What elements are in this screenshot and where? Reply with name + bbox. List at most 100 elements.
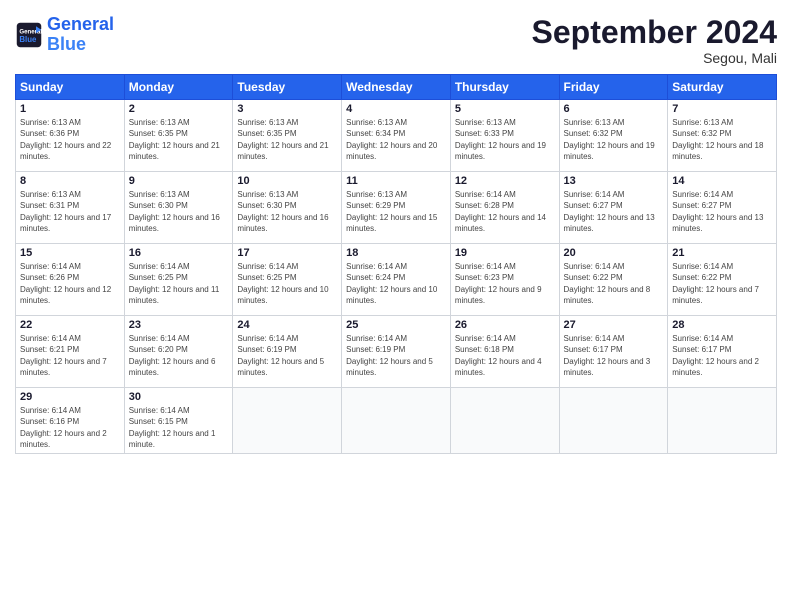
calendar-body: 1 Sunrise: 6:13 AM Sunset: 6:36 PM Dayli…: [16, 100, 777, 454]
day-number: 17: [237, 247, 337, 259]
day-number: 10: [237, 175, 337, 187]
calendar-cell: 23 Sunrise: 6:14 AM Sunset: 6:20 PM Dayl…: [124, 316, 233, 388]
day-info: Sunrise: 6:14 AM Sunset: 6:23 PM Dayligh…: [455, 261, 555, 306]
calendar-week-2: 8 Sunrise: 6:13 AM Sunset: 6:31 PM Dayli…: [16, 172, 777, 244]
calendar-cell: 1 Sunrise: 6:13 AM Sunset: 6:36 PM Dayli…: [16, 100, 125, 172]
day-info: Sunrise: 6:14 AM Sunset: 6:27 PM Dayligh…: [672, 189, 772, 234]
calendar-cell: 10 Sunrise: 6:13 AM Sunset: 6:30 PM Dayl…: [233, 172, 342, 244]
calendar-cell: 8 Sunrise: 6:13 AM Sunset: 6:31 PM Dayli…: [16, 172, 125, 244]
day-number: 13: [564, 175, 664, 187]
col-monday: Monday: [124, 75, 233, 100]
day-number: 5: [455, 103, 555, 115]
calendar-cell: 17 Sunrise: 6:14 AM Sunset: 6:25 PM Dayl…: [233, 244, 342, 316]
day-info: Sunrise: 6:14 AM Sunset: 6:22 PM Dayligh…: [564, 261, 664, 306]
day-number: 19: [455, 247, 555, 259]
day-info: Sunrise: 6:14 AM Sunset: 6:15 PM Dayligh…: [129, 405, 229, 450]
calendar-cell: 9 Sunrise: 6:13 AM Sunset: 6:30 PM Dayli…: [124, 172, 233, 244]
calendar-week-1: 1 Sunrise: 6:13 AM Sunset: 6:36 PM Dayli…: [16, 100, 777, 172]
calendar-week-5: 29 Sunrise: 6:14 AM Sunset: 6:16 PM Dayl…: [16, 388, 777, 454]
calendar-cell: 15 Sunrise: 6:14 AM Sunset: 6:26 PM Dayl…: [16, 244, 125, 316]
day-number: 28: [672, 319, 772, 331]
day-info: Sunrise: 6:14 AM Sunset: 6:25 PM Dayligh…: [129, 261, 229, 306]
calendar-cell: 20 Sunrise: 6:14 AM Sunset: 6:22 PM Dayl…: [559, 244, 668, 316]
calendar-cell: 14 Sunrise: 6:14 AM Sunset: 6:27 PM Dayl…: [668, 172, 777, 244]
calendar-cell: [559, 388, 668, 454]
day-info: Sunrise: 6:14 AM Sunset: 6:16 PM Dayligh…: [20, 405, 120, 450]
calendar-cell: 13 Sunrise: 6:14 AM Sunset: 6:27 PM Dayl…: [559, 172, 668, 244]
header: General Blue GeneralBlue September 2024 …: [15, 15, 777, 66]
day-number: 29: [20, 391, 120, 403]
logo: General Blue GeneralBlue: [15, 15, 114, 55]
calendar-cell: 7 Sunrise: 6:13 AM Sunset: 6:32 PM Dayli…: [668, 100, 777, 172]
day-info: Sunrise: 6:14 AM Sunset: 6:24 PM Dayligh…: [346, 261, 446, 306]
calendar-cell: 3 Sunrise: 6:13 AM Sunset: 6:35 PM Dayli…: [233, 100, 342, 172]
day-number: 9: [129, 175, 229, 187]
calendar-cell: 4 Sunrise: 6:13 AM Sunset: 6:34 PM Dayli…: [342, 100, 451, 172]
calendar-cell: [233, 388, 342, 454]
day-info: Sunrise: 6:14 AM Sunset: 6:18 PM Dayligh…: [455, 333, 555, 378]
month-title: September 2024: [532, 15, 777, 50]
day-info: Sunrise: 6:13 AM Sunset: 6:33 PM Dayligh…: [455, 117, 555, 162]
svg-text:Blue: Blue: [19, 35, 37, 44]
day-info: Sunrise: 6:13 AM Sunset: 6:30 PM Dayligh…: [129, 189, 229, 234]
header-row: Sunday Monday Tuesday Wednesday Thursday…: [16, 75, 777, 100]
day-number: 16: [129, 247, 229, 259]
title-area: September 2024 Segou, Mali: [532, 15, 777, 66]
day-info: Sunrise: 6:14 AM Sunset: 6:17 PM Dayligh…: [672, 333, 772, 378]
calendar-cell: 29 Sunrise: 6:14 AM Sunset: 6:16 PM Dayl…: [16, 388, 125, 454]
calendar-cell: 25 Sunrise: 6:14 AM Sunset: 6:19 PM Dayl…: [342, 316, 451, 388]
calendar-header: Sunday Monday Tuesday Wednesday Thursday…: [16, 75, 777, 100]
calendar-cell: 11 Sunrise: 6:13 AM Sunset: 6:29 PM Dayl…: [342, 172, 451, 244]
day-info: Sunrise: 6:13 AM Sunset: 6:32 PM Dayligh…: [564, 117, 664, 162]
calendar-cell: 28 Sunrise: 6:14 AM Sunset: 6:17 PM Dayl…: [668, 316, 777, 388]
calendar-cell: [668, 388, 777, 454]
day-number: 24: [237, 319, 337, 331]
day-number: 22: [20, 319, 120, 331]
day-info: Sunrise: 6:14 AM Sunset: 6:17 PM Dayligh…: [564, 333, 664, 378]
day-info: Sunrise: 6:13 AM Sunset: 6:32 PM Dayligh…: [672, 117, 772, 162]
col-thursday: Thursday: [450, 75, 559, 100]
calendar-cell: 12 Sunrise: 6:14 AM Sunset: 6:28 PM Dayl…: [450, 172, 559, 244]
calendar-page: General Blue GeneralBlue September 2024 …: [0, 0, 792, 612]
col-tuesday: Tuesday: [233, 75, 342, 100]
day-number: 30: [129, 391, 229, 403]
day-info: Sunrise: 6:14 AM Sunset: 6:21 PM Dayligh…: [20, 333, 120, 378]
day-info: Sunrise: 6:13 AM Sunset: 6:34 PM Dayligh…: [346, 117, 446, 162]
calendar-cell: 21 Sunrise: 6:14 AM Sunset: 6:22 PM Dayl…: [668, 244, 777, 316]
calendar-cell: 27 Sunrise: 6:14 AM Sunset: 6:17 PM Dayl…: [559, 316, 668, 388]
day-number: 27: [564, 319, 664, 331]
day-number: 6: [564, 103, 664, 115]
day-number: 4: [346, 103, 446, 115]
col-wednesday: Wednesday: [342, 75, 451, 100]
day-info: Sunrise: 6:14 AM Sunset: 6:26 PM Dayligh…: [20, 261, 120, 306]
calendar-cell: 30 Sunrise: 6:14 AM Sunset: 6:15 PM Dayl…: [124, 388, 233, 454]
day-number: 23: [129, 319, 229, 331]
calendar-week-4: 22 Sunrise: 6:14 AM Sunset: 6:21 PM Dayl…: [16, 316, 777, 388]
calendar-table: Sunday Monday Tuesday Wednesday Thursday…: [15, 74, 777, 454]
calendar-cell: 6 Sunrise: 6:13 AM Sunset: 6:32 PM Dayli…: [559, 100, 668, 172]
day-info: Sunrise: 6:13 AM Sunset: 6:35 PM Dayligh…: [237, 117, 337, 162]
calendar-cell: 26 Sunrise: 6:14 AM Sunset: 6:18 PM Dayl…: [450, 316, 559, 388]
day-info: Sunrise: 6:14 AM Sunset: 6:20 PM Dayligh…: [129, 333, 229, 378]
day-number: 15: [20, 247, 120, 259]
day-number: 21: [672, 247, 772, 259]
logo-text: GeneralBlue: [47, 15, 114, 55]
logo-icon: General Blue: [15, 21, 43, 49]
calendar-cell: [342, 388, 451, 454]
day-number: 7: [672, 103, 772, 115]
col-friday: Friday: [559, 75, 668, 100]
day-info: Sunrise: 6:13 AM Sunset: 6:29 PM Dayligh…: [346, 189, 446, 234]
col-sunday: Sunday: [16, 75, 125, 100]
calendar-cell: 19 Sunrise: 6:14 AM Sunset: 6:23 PM Dayl…: [450, 244, 559, 316]
day-number: 8: [20, 175, 120, 187]
day-number: 2: [129, 103, 229, 115]
day-info: Sunrise: 6:14 AM Sunset: 6:28 PM Dayligh…: [455, 189, 555, 234]
day-info: Sunrise: 6:13 AM Sunset: 6:31 PM Dayligh…: [20, 189, 120, 234]
calendar-cell: 16 Sunrise: 6:14 AM Sunset: 6:25 PM Dayl…: [124, 244, 233, 316]
day-number: 26: [455, 319, 555, 331]
day-number: 18: [346, 247, 446, 259]
col-saturday: Saturday: [668, 75, 777, 100]
calendar-week-3: 15 Sunrise: 6:14 AM Sunset: 6:26 PM Dayl…: [16, 244, 777, 316]
day-info: Sunrise: 6:14 AM Sunset: 6:22 PM Dayligh…: [672, 261, 772, 306]
day-info: Sunrise: 6:14 AM Sunset: 6:19 PM Dayligh…: [346, 333, 446, 378]
